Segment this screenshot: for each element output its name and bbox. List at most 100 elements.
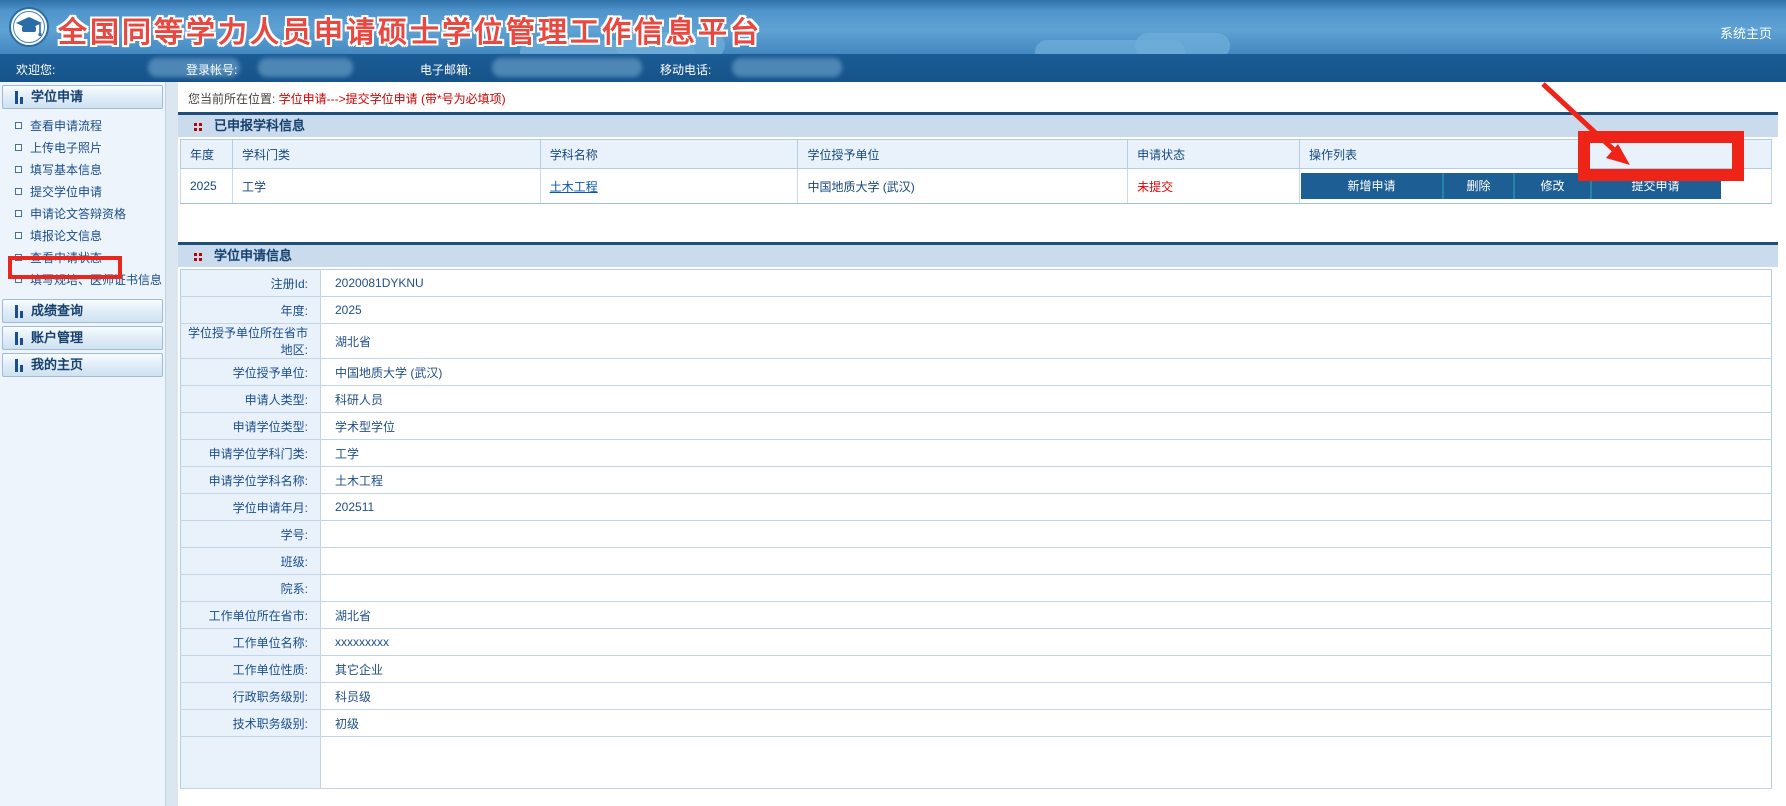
field-label: 行政职务级别: (181, 683, 321, 710)
section-bars-icon (15, 359, 25, 372)
field-label: 申请学位学科名称: (181, 467, 321, 494)
sidebar-gutter (166, 82, 178, 806)
breadcrumb: 您当前所在位置: 学位申请--->提交学位申请 (带*号为必填项) (178, 82, 1786, 112)
field-value (321, 548, 1772, 575)
field-label: 年度: (181, 297, 321, 324)
bullet-square-icon (15, 232, 22, 239)
table-header-row: 年度 学科门类 学科名称 学位授予单位 申请状态 操作列表 (181, 140, 1772, 169)
application-info-section-header: 学位申请信息 (178, 242, 1778, 267)
sidebar-section-label: 成绩查询 (31, 303, 83, 318)
form-row: 学位申请年月:202511 (181, 494, 1772, 521)
sidebar-section-my-homepage[interactable]: 我的主页 (2, 353, 163, 377)
section-bars-icon (15, 332, 25, 345)
form-row: 年度:2025 (181, 297, 1772, 324)
sidebar-item-submit-degree-application[interactable]: 提交学位申请 (0, 180, 165, 202)
field-value: 2020081DYKNU (321, 270, 1772, 297)
form-row: 注册Id:2020081DYKNU (181, 270, 1772, 297)
field-value: 202511 (321, 494, 1772, 521)
redacted-mobile (732, 58, 842, 77)
field-value: 湖北省 (321, 324, 1772, 359)
form-row: 申请学位学科名称:土木工程 (181, 467, 1772, 494)
form-row: 工作单位性质:其它企业 (181, 656, 1772, 683)
field-value: 湖北省 (321, 602, 1772, 629)
user-info-bar: 欢迎您: 登录帐号: 电子邮箱: 移动电话: (0, 54, 1786, 82)
field-label: 工作单位性质: (181, 656, 321, 683)
field-value: xxxxxxxxx (321, 629, 1772, 656)
delete-button[interactable]: 删除 (1442, 173, 1513, 199)
form-row: 院系: (181, 575, 1772, 602)
sidebar-item-view-process[interactable]: 查看申请流程 (0, 114, 165, 136)
col-header-subject: 学科名称 (540, 140, 798, 169)
declared-subjects-section-header: 已申报学科信息 (178, 112, 1778, 137)
form-row: 申请学位学科门类:工学 (181, 440, 1772, 467)
section-dots-icon (194, 123, 202, 131)
sidebar-section-label: 学位申请 (31, 89, 83, 104)
sidebar-item-basic-info[interactable]: 填写基本信息 (0, 158, 165, 180)
form-row: 学位授予单位所在省市地区:湖北省 (181, 324, 1772, 359)
table-row: 2025 工学 土木工程 中国地质大学 (武汉) 未提交 新增申请 删除 修改 … (181, 169, 1772, 204)
section-title: 已申报学科信息 (214, 118, 305, 133)
sidebar: 学位申请 查看申请流程 上传电子照片 填写基本信息 提交学位申请 申请论文答辩资… (0, 82, 166, 806)
field-value (321, 521, 1772, 548)
section-bars-icon (15, 91, 25, 104)
form-row: 申请人类型:科研人员 (181, 386, 1772, 413)
field-value: 科员级 (321, 683, 1772, 710)
sidebar-item-certificate-info[interactable]: 填写规培、医师证书信息 (0, 268, 165, 290)
field-label: 技术职务级别: (181, 710, 321, 737)
field-value: 2025 (321, 297, 1772, 324)
form-row: 工作单位所在省市:湖北省 (181, 602, 1772, 629)
form-row: 行政职务级别:科员级 (181, 683, 1772, 710)
field-label: 申请人类型: (181, 386, 321, 413)
mobile-label: 移动电话: (660, 61, 711, 78)
subject-link[interactable]: 土木工程 (550, 180, 598, 194)
cell-unit: 中国地质大学 (武汉) (798, 169, 1128, 204)
system-home-link[interactable]: 系统主页 (1720, 23, 1772, 42)
sidebar-item-upload-photo[interactable]: 上传电子照片 (0, 136, 165, 158)
sidebar-section-label: 账户管理 (31, 330, 83, 345)
col-header-status: 申请状态 (1128, 140, 1300, 169)
account-label: 登录帐号: (186, 61, 237, 78)
field-label: 申请学位类型: (181, 413, 321, 440)
section-title: 学位申请信息 (214, 248, 292, 263)
col-header-operations: 操作列表 (1300, 140, 1772, 169)
modify-button[interactable]: 修改 (1513, 173, 1590, 199)
sidebar-section-degree-application[interactable]: 学位申请 (2, 85, 163, 109)
form-row: 申请学位类型:学术型学位 (181, 413, 1772, 440)
field-label: 学号: (181, 521, 321, 548)
field-value (321, 737, 1772, 789)
field-label: 学位授予单位: (181, 359, 321, 386)
app-logo-icon (9, 7, 49, 47)
sidebar-item-application-status[interactable]: 查看申请状态 (0, 246, 165, 268)
field-value: 土木工程 (321, 467, 1772, 494)
bullet-square-icon (15, 166, 22, 173)
cell-category: 工学 (232, 169, 540, 204)
sidebar-item-thesis-info[interactable]: 填报论文信息 (0, 224, 165, 246)
status-badge: 未提交 (1137, 180, 1173, 194)
app-header: 全国同等学力人员申请硕士学位管理工作信息平台 系统主页 (0, 0, 1786, 54)
sidebar-section-score-query[interactable]: 成绩查询 (2, 299, 163, 323)
field-value: 科研人员 (321, 386, 1772, 413)
page: { "header": { "title": "全国同等学力人员申请硕士学位管理… (0, 0, 1786, 806)
col-header-category: 学科门类 (232, 140, 540, 169)
field-label: 工作单位名称: (181, 629, 321, 656)
sidebar-item-defense-qualification[interactable]: 申请论文答辩资格 (0, 202, 165, 224)
form-row: 技术职务级别:初级 (181, 710, 1772, 737)
field-label: 学位申请年月: (181, 494, 321, 521)
form-row: 工作单位名称:xxxxxxxxx (181, 629, 1772, 656)
welcome-label: 欢迎您: (16, 61, 55, 78)
field-value: 其它企业 (321, 656, 1772, 683)
submit-application-button[interactable]: 提交申请 (1590, 173, 1719, 199)
field-value: 初级 (321, 710, 1772, 737)
field-value: 工学 (321, 440, 1772, 467)
sidebar-section-account-management[interactable]: 账户管理 (2, 326, 163, 350)
col-header-unit: 学位授予单位 (798, 140, 1128, 169)
new-application-button[interactable]: 新增申请 (1301, 173, 1442, 199)
form-row: 学号: (181, 521, 1772, 548)
cell-year: 2025 (181, 169, 233, 204)
banner-blob (1135, 33, 1230, 54)
application-info-table: 注册Id:2020081DYKNU 年度:2025 学位授予单位所在省市地区:湖… (180, 269, 1772, 789)
sidebar-section-label: 我的主页 (31, 357, 83, 372)
form-row-empty (181, 737, 1772, 789)
field-value (321, 575, 1772, 602)
bullet-square-icon (15, 122, 22, 129)
